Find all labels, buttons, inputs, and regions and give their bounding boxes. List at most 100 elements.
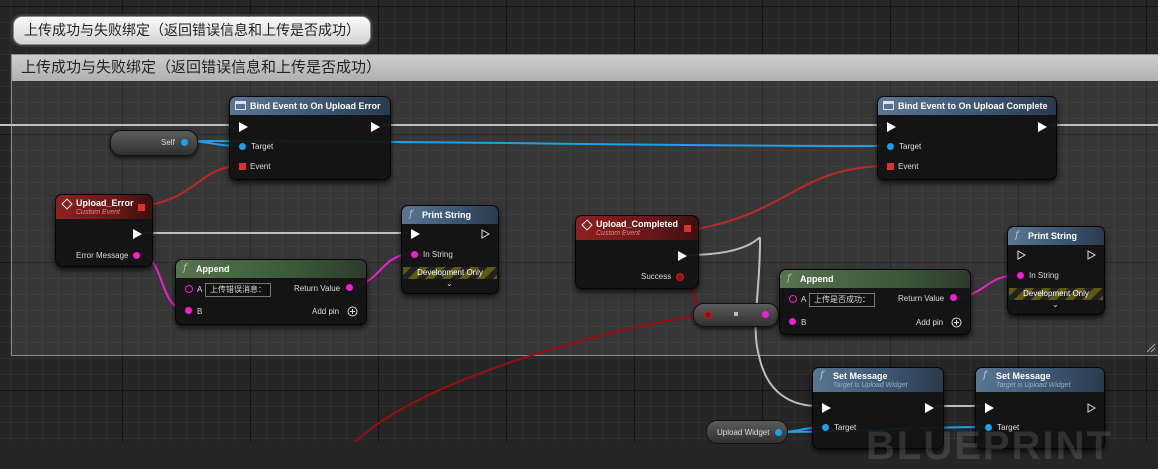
exec-in-pin[interactable] [822,403,831,413]
event-label: Event [250,162,271,171]
upload-widget-variable-node[interactable]: Upload Widget [706,420,788,444]
bind-upload-error-title: Bind Event to On Upload Error [250,101,381,111]
upload-completed-header[interactable]: Upload_Completed Custom Event [576,216,698,240]
return-value-pin[interactable] [346,284,353,291]
conversion-dot-icon [734,312,738,316]
append-2-header[interactable]: f Append [780,270,970,288]
add-pin-icon[interactable] [951,317,962,328]
exec-in-pin[interactable] [887,122,896,132]
append-1-header[interactable]: f Append [176,260,366,278]
function-node-icon [883,101,894,110]
event-pin[interactable] [887,163,894,170]
exec-out-pin[interactable] [1038,122,1047,132]
bind-upload-error-node[interactable]: Bind Event to On Upload Error Target Eve… [229,96,391,180]
expand-chevron-icon[interactable]: ⌄ [446,279,453,288]
exec-in-pin[interactable] [1017,250,1026,260]
set-message-1-header[interactable]: f Set Message Target is Upload Widget [813,368,943,392]
target-label: Target [834,423,857,432]
function-node-icon [235,101,246,110]
bool-wire-down [354,313,707,442]
exec-in-pin[interactable] [239,122,248,132]
append-1-a-input[interactable]: 上传错误消息： [205,283,271,297]
blueprint-watermark: BLUEPRINT [866,424,1113,468]
expand-chevron-icon[interactable]: ⌄ [1052,300,1059,309]
function-f-icon: f [820,370,824,381]
delegate-wire-error [145,165,242,207]
event-diamond-icon [61,198,73,210]
self-output-pin[interactable] [181,139,188,146]
exec-out-pin[interactable] [371,122,380,132]
pin-b-label: B [197,307,203,316]
append-2-title: Append [800,274,834,284]
return-value-label: Return Value [898,294,945,303]
print-string-1-header[interactable]: f Print String [402,206,498,224]
pin-b[interactable] [789,318,796,325]
event-label: Event [898,162,919,171]
function-f-icon: f [787,273,791,284]
function-f-icon: f [983,370,987,381]
bind-upload-complete-header[interactable]: Bind Event to On Upload Complete [878,97,1056,115]
pin-b[interactable] [185,307,192,314]
print-string-2-header[interactable]: f Print String [1008,227,1104,245]
print-string-node-1[interactable]: f Print String In String Development Onl… [401,205,499,294]
upload-completed-subtitle: Custom Event [596,230,640,237]
delegate-out-pin[interactable] [138,204,145,211]
in-string-pin[interactable] [411,251,418,258]
add-pin-icon[interactable] [347,306,358,317]
upload-completed-event-node[interactable]: Upload_Completed Custom Event Success [575,215,699,289]
event-pin[interactable] [239,163,246,170]
exec-out-pin[interactable] [925,403,934,413]
self-reference-node[interactable]: Self [110,130,198,156]
self-label: Self [161,138,175,147]
return-value-pin[interactable] [950,294,957,301]
append-node-1[interactable]: f Append A 上传错误消息： Return Value B Add pi… [175,259,367,325]
pin-a[interactable] [789,295,797,303]
bind-upload-complete-title: Bind Event to On Upload Complete [898,101,1048,111]
error-message-pin[interactable] [133,252,140,259]
function-f-icon: f [409,209,413,220]
exec-out-pin[interactable] [133,229,142,239]
set-message-2-title: Set Message [996,371,1051,381]
append-2-a-input[interactable]: 上传是否成功： [809,293,875,307]
conversion-in-pin[interactable] [704,311,712,319]
error-message-label: Error Message [76,251,129,260]
exec-out-pin[interactable] [481,229,490,239]
set-message-1-title: Set Message [833,371,888,381]
in-string-pin[interactable] [1017,272,1024,279]
target-label: Target [899,142,922,151]
add-pin-label: Add pin [312,307,340,316]
bind-upload-error-header[interactable]: Bind Event to On Upload Error [230,97,390,115]
exec-out-pin[interactable] [678,251,687,261]
delegate-out-pin[interactable] [684,225,691,232]
success-pin[interactable] [676,273,684,281]
upload-widget-out-pin[interactable] [775,429,782,436]
print-string-node-2[interactable]: f Print String In String Development Onl… [1007,226,1105,315]
pin-b-label: B [801,318,807,327]
in-string-label: In String [423,250,453,259]
exec-out-pin[interactable] [1087,250,1096,260]
print-string-1-title: Print String [422,210,471,220]
target-pin[interactable] [239,143,246,150]
pin-a[interactable] [185,285,193,293]
function-f-icon: f [1015,230,1019,241]
pin-a-label: A [197,285,203,294]
append-node-2[interactable]: f Append A 上传是否成功： Return Value B Add pi… [779,269,971,335]
bool-to-string-conversion-node[interactable] [693,303,779,327]
conversion-out-pin[interactable] [762,311,769,318]
bind-upload-complete-node[interactable]: Bind Event to On Upload Complete Target … [877,96,1057,180]
in-string-label: In String [1029,271,1059,280]
add-pin-label: Add pin [916,318,944,327]
print-string-2-title: Print String [1028,231,1077,241]
target-pin[interactable] [887,143,894,150]
exec-out-pin[interactable] [1087,403,1096,413]
set-message-2-header[interactable]: f Set Message Target is Upload Widget [976,368,1104,392]
exec-in-pin[interactable] [411,229,420,239]
event-diamond-icon [581,219,593,231]
pin-a-label: A [801,295,807,304]
append-1-title: Append [196,264,230,274]
upload-error-event-node[interactable]: Upload_Error Custom Event Error Message [55,194,153,267]
development-only-banner: Development Only [1009,288,1103,300]
target-pin[interactable] [822,424,829,431]
upload-widget-label: Upload Widget [717,428,770,437]
exec-in-pin[interactable] [985,403,994,413]
